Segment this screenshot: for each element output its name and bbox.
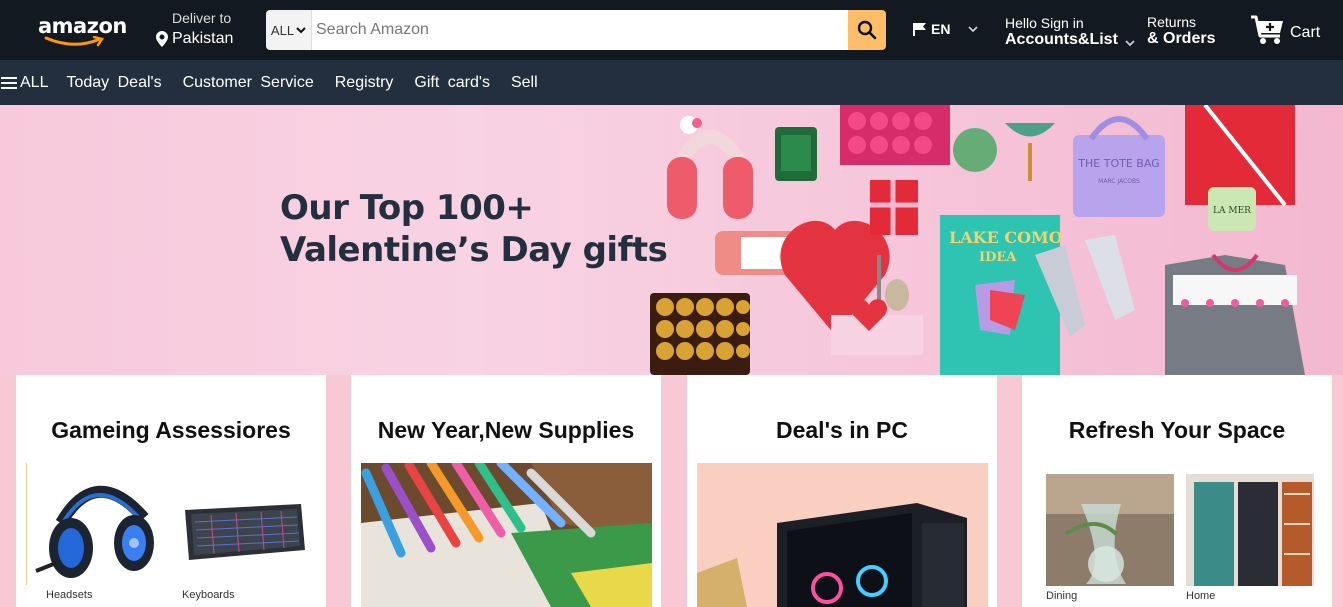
- card-title: New Year,New Supplies: [377, 417, 635, 443]
- caption-keyboards: Keyboards: [182, 589, 235, 601]
- top-navbar: amazon Deliver to Pakistan ALL Search Am…: [0, 0, 1343, 60]
- hero-title-line1: Our Top 100+: [280, 188, 534, 228]
- chevron-down-icon: [1125, 40, 1135, 47]
- card-refresh-your-space[interactable]: Refresh Your Space Dining Home: [1022, 375, 1332, 607]
- caption-dining: Dining: [1046, 590, 1078, 602]
- card-title: Refresh Your Space: [1068, 417, 1286, 443]
- orders-label: & Orders: [1147, 30, 1216, 47]
- deliver-to[interactable]: Deliver to Pakistan: [156, 10, 252, 48]
- chevron-down-icon: [296, 27, 306, 34]
- account-label: Accounts&List: [1005, 31, 1118, 48]
- caption-home: Home: [1186, 590, 1216, 602]
- returns-orders[interactable]: Returns & Orders: [1147, 14, 1215, 48]
- language-label: EN: [931, 21, 951, 37]
- search-button[interactable]: [848, 10, 886, 50]
- logo-smile-icon: [44, 36, 105, 47]
- card-title: Deal's in PC: [775, 417, 908, 443]
- search-category-label: ALL: [270, 22, 295, 38]
- book-title: LAKE COMO: [949, 228, 1063, 247]
- search-input[interactable]: [312, 10, 848, 50]
- tote-brand: MARC JACOBS: [1098, 178, 1140, 185]
- all-menu-button[interactable]: ALL: [0, 60, 48, 105]
- hero-title: Our Top 100+ Valentine’s Day gifts: [280, 187, 668, 271]
- sub-navbar: ALL Today Deal's Customer Service Regist…: [0, 60, 1343, 105]
- flag-icon: [913, 23, 926, 36]
- search-category-select[interactable]: ALL: [266, 10, 312, 50]
- account-menu[interactable]: Hello Sign in Accounts&List: [1005, 15, 1135, 49]
- logo-text: amazon: [38, 14, 127, 38]
- gaming-pc-image[interactable]: [697, 463, 988, 607]
- hero-title-line2: Valentine’s Day gifts: [280, 230, 668, 270]
- cream-label: LA MER: [1213, 206, 1251, 216]
- nav-customer-service[interactable]: Customer Service: [183, 60, 314, 105]
- language-selector[interactable]: EN: [913, 21, 979, 37]
- cart-icon: [1251, 15, 1283, 44]
- keyboard-image[interactable]: [181, 500, 307, 564]
- chevron-down-icon: [968, 26, 979, 33]
- book-subtitle: IDEA: [979, 250, 1017, 265]
- account-greeting: Hello Sign in: [1005, 15, 1084, 31]
- valentines-gifts-image: THE TOTE BAG MARC JACOBS LA MER LAKE COM…: [650, 105, 1305, 375]
- search-icon: [857, 20, 877, 40]
- card-title: Gameing Assessiores: [51, 417, 291, 443]
- hamburger-menu-icon: [1, 76, 17, 89]
- home-image[interactable]: [1186, 474, 1314, 586]
- card-gaming-accessories[interactable]: Gameing Assessiores Headsets Keyboards: [16, 375, 326, 607]
- headphones-icon: [667, 116, 753, 219]
- nav-registry[interactable]: Registry: [335, 60, 394, 105]
- search-bar: ALL: [266, 10, 886, 50]
- deliver-location: Pakistan: [172, 30, 234, 47]
- caption-headsets: Headsets: [46, 589, 93, 601]
- dining-image[interactable]: [1046, 474, 1174, 586]
- all-menu-label: ALL: [20, 73, 49, 91]
- cart-button[interactable]: Cart: [1250, 14, 1320, 46]
- nav-gift-cards[interactable]: Gift card's: [414, 60, 490, 105]
- tote-label: THE TOTE BAG: [1077, 157, 1159, 170]
- location-pin-icon: [156, 31, 168, 47]
- hero-banner[interactable]: Our Top 100+ Valentine’s Day gifts THE T…: [0, 105, 1343, 375]
- card-new-year-supplies[interactable]: New Year,New Supplies: [351, 375, 661, 607]
- headset-image[interactable]: [26, 463, 171, 585]
- nav-todays-deals[interactable]: Today Deal's: [66, 60, 161, 105]
- card-deals-in-pc[interactable]: Deal's in PC: [687, 375, 997, 607]
- nav-sell[interactable]: Sell: [511, 60, 538, 105]
- returns-label: Returns: [1147, 14, 1197, 30]
- cart-label: Cart: [1290, 24, 1321, 41]
- amazon-logo[interactable]: amazon: [38, 14, 127, 48]
- school-supplies-image[interactable]: [361, 463, 652, 607]
- deliver-label: Deliver to: [172, 10, 232, 26]
